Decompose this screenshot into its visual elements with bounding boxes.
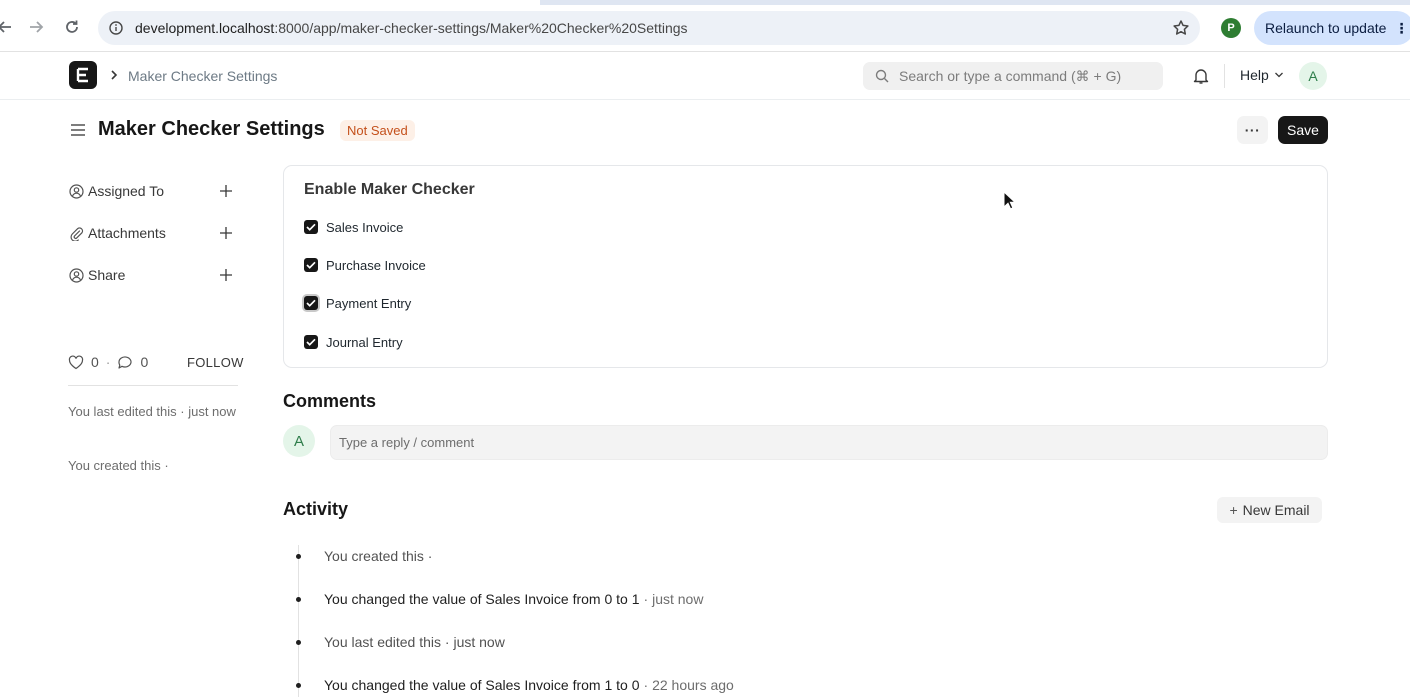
notification-bell-icon[interactable] [1192, 67, 1210, 88]
back-icon[interactable] [0, 16, 16, 38]
share-user-icon [68, 267, 84, 283]
url-text: development.localhost:8000/app/maker-che… [135, 20, 688, 36]
checkbox-label: Payment Entry [326, 295, 412, 311]
comments-heading: Comments [283, 391, 377, 411]
add-share-plus-icon[interactable] [218, 267, 234, 283]
comment-icon[interactable] [117, 355, 133, 370]
navbar-divider [1224, 64, 1225, 88]
sidebar-stats: 0 · 0 FOLLOW [68, 352, 243, 372]
chevron-right-icon [109, 68, 119, 85]
add-assignee-plus-icon[interactable] [218, 183, 234, 199]
activity-heading: Activity [283, 499, 349, 519]
checkbox-label: Purchase Invoice [326, 257, 426, 273]
timeline-item: You changed the value of Sales Invoice f… [294, 675, 734, 695]
search-icon [875, 69, 889, 83]
app-navbar: Maker Checker Settings Search or type a … [0, 52, 1410, 100]
timeline-item: You created this · [294, 546, 432, 566]
browser-profile-avatar[interactable]: P [1221, 18, 1241, 38]
browser-toolbar: development.localhost:8000/app/maker-che… [0, 0, 1410, 52]
sidebar-divider [68, 385, 238, 386]
created-note: You created this · [68, 458, 169, 473]
mouse-cursor-icon [1003, 190, 1017, 213]
search-placeholder: Search or type a command (⌘ + G) [899, 67, 1122, 84]
user-avatar[interactable]: A [1299, 62, 1327, 90]
reload-icon[interactable] [61, 16, 83, 38]
section-title: Enable Maker Checker [304, 181, 475, 198]
timeline-dot [294, 681, 302, 689]
sidebar-item-attachments[interactable]: Attachments [68, 222, 238, 244]
timestamp: · 22 hours ago [643, 677, 734, 693]
add-attachment-plus-icon[interactable] [218, 225, 234, 241]
follow-button[interactable]: FOLLOW [187, 355, 244, 370]
timeline-dot [294, 595, 302, 603]
timeline-dot [294, 638, 302, 646]
site-info-icon[interactable] [108, 20, 124, 36]
checkbox-label: Sales Invoice [326, 219, 404, 235]
kebab-menu-icon[interactable]: ⋮ [1394, 20, 1408, 37]
sidebar-item-label: Assigned To [88, 183, 165, 199]
forward-icon[interactable] [25, 16, 47, 38]
sidebar-toggle-icon[interactable] [70, 122, 86, 141]
user-circle-icon [68, 183, 84, 199]
plus-icon: + [1229, 502, 1238, 518]
sidebar-item-share[interactable]: Share [68, 264, 238, 286]
search-input[interactable]: Search or type a command (⌘ + G) [863, 62, 1163, 90]
bookmark-star-icon[interactable] [1172, 19, 1190, 37]
last-edited-note: You last edited this · just now [68, 404, 236, 419]
tab-strip [0, 0, 1410, 5]
checkbox-label: Journal Entry [326, 334, 403, 350]
help-dropdown[interactable]: Help [1240, 67, 1284, 83]
timeline-item: You changed the value of Sales Invoice f… [294, 589, 703, 609]
more-actions-button[interactable]: ··· [1237, 116, 1268, 144]
checkbox-sales-invoice[interactable]: Sales Invoice [304, 218, 403, 236]
comment-avatar: A [283, 425, 315, 457]
save-button[interactable]: Save [1278, 116, 1328, 144]
address-bar[interactable]: development.localhost:8000/app/maker-che… [98, 11, 1200, 45]
checkbox[interactable] [304, 296, 318, 310]
heart-icon[interactable] [68, 354, 84, 370]
timeline-item: You last edited this · just now [294, 632, 505, 652]
checkbox-payment-entry[interactable]: Payment Entry [304, 294, 411, 312]
comment-input[interactable]: Type a reply / comment [330, 425, 1328, 460]
checkbox-journal-entry[interactable]: Journal Entry [304, 333, 403, 351]
timestamp: · just now [643, 591, 704, 607]
app-logo[interactable] [69, 61, 97, 89]
chevron-down-icon [1274, 72, 1283, 78]
sidebar-item-assigned-to[interactable]: Assigned To [68, 180, 238, 202]
checkbox[interactable] [304, 220, 318, 234]
checkbox-purchase-invoice[interactable]: Purchase Invoice [304, 256, 426, 274]
new-email-button[interactable]: + New Email [1217, 497, 1322, 523]
timeline-dot [294, 552, 302, 560]
breadcrumb[interactable]: Maker Checker Settings [128, 68, 277, 84]
relaunch-button[interactable]: Relaunch to update ⋮ [1254, 11, 1410, 45]
checkbox[interactable] [304, 335, 318, 349]
sidebar-item-label: Share [88, 267, 126, 283]
status-badge: Not Saved [340, 120, 415, 141]
sidebar-item-label: Attachments [88, 225, 166, 241]
form-section-card: Enable Maker Checker Sales Invoice Purch… [283, 165, 1328, 368]
comment-count: 0 [140, 354, 149, 370]
checkbox[interactable] [304, 258, 318, 272]
page-title: Maker Checker Settings [98, 118, 325, 140]
like-count: 0 [91, 354, 99, 370]
paperclip-icon [68, 225, 84, 241]
